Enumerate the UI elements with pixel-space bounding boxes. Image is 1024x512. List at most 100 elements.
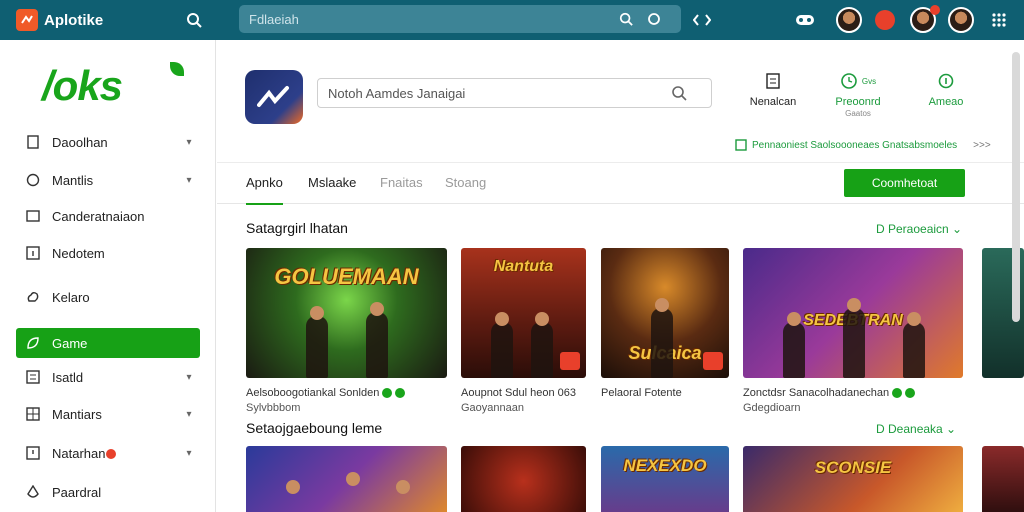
game-cover-image (461, 446, 586, 512)
game-card[interactable]: Sulcaica (601, 248, 729, 378)
tab-stoang[interactable]: Stoang (445, 175, 486, 205)
gamepad-icon[interactable] (792, 5, 818, 35)
sidebar-item-label: Isatld (52, 369, 84, 385)
sidebar-item-label: Paardral (52, 484, 102, 500)
camera-icon[interactable] (643, 8, 665, 30)
main-search (317, 78, 712, 108)
section-see-more-link[interactable]: D Peraoeaicn ⌄ (876, 222, 962, 236)
verified-icon (905, 388, 916, 399)
game-card[interactable]: GOLUEMAAN (246, 248, 447, 378)
promo-more-link[interactable]: >>> (973, 140, 991, 151)
avatar[interactable] (946, 5, 976, 35)
sidebar-item-label: Game (52, 335, 88, 351)
game-card[interactable]: SCONSIE (743, 446, 963, 512)
sidebar-item-label: Natarhan (52, 446, 182, 461)
section-see-more-link[interactable]: D Deaneaka ⌄ (876, 422, 956, 436)
tab-fnaitas[interactable]: Fnaitas (380, 175, 423, 205)
scrollbar[interactable] (1012, 52, 1020, 322)
sidebar-item-label: Kelaro (52, 289, 90, 305)
quick-action-label: Ameao (928, 96, 964, 108)
app-icon[interactable] (245, 70, 303, 124)
sidebar-item-isatld[interactable]: Isatld ▾ (16, 362, 200, 392)
game-card[interactable] (461, 446, 586, 512)
game-cover-title: SCONSIE (814, 458, 892, 477)
game-cover-title: Nantuta (493, 258, 554, 275)
alert-badge (106, 449, 117, 460)
avatar[interactable] (908, 5, 940, 35)
game-card[interactable]: Nantuta (461, 248, 586, 378)
global-search-input[interactable] (239, 11, 609, 27)
drop-icon (24, 483, 42, 501)
sidebar-item-daoolhan[interactable]: Daoolhan ▾ (16, 127, 200, 157)
apps-grid-icon[interactable] (987, 5, 1011, 35)
sidebar-item-game[interactable]: Game (16, 328, 200, 358)
game-caption: Pelaoral Fotente (601, 386, 731, 401)
sidebar-item-natarhan[interactable]: Natarhan ▾ (16, 438, 200, 468)
sidebar-item-paardral[interactable]: Paardral (16, 477, 200, 507)
game-cover-title: GOLUEMAAN (274, 264, 419, 289)
sidebar-item-nedotem[interactable]: Nedotem (16, 238, 200, 268)
grid-icon (24, 405, 42, 423)
quick-action-nenalcan[interactable]: Nenalcan (738, 72, 808, 108)
warning-icon (24, 444, 42, 462)
document-icon (735, 139, 747, 151)
game-cover-image: Sulcaica (601, 248, 729, 378)
game-card[interactable]: SEDEBTRAN (743, 248, 963, 378)
brand[interactable]: Aplotike (16, 9, 176, 31)
game-title: Pelaoral Fotente (601, 387, 682, 399)
notification-icon[interactable] (873, 5, 897, 35)
sidebar-item-kelaro[interactable]: Kelaro (16, 282, 200, 312)
tab-mslaake[interactable]: Mslaake (308, 175, 356, 205)
sidebar-item-canderatnaiaon[interactable]: Canderatnaiaon (16, 201, 200, 231)
sidebar-item-label: Canderatnaiaon (52, 208, 145, 224)
sidebar-logo: /oks (42, 62, 123, 109)
game-card[interactable] (982, 446, 1024, 512)
verified-icon (892, 388, 903, 399)
top-bar: Aplotike (0, 0, 1024, 40)
code-icon[interactable] (690, 5, 714, 35)
sidebar-item-label: Daoolhan (52, 134, 108, 150)
document-icon (24, 133, 42, 151)
game-publisher: Gdegdioarn (743, 402, 801, 414)
sidebar-item-mantlis[interactable]: Mantlis ▾ (16, 165, 200, 195)
game-title: Aoupnot Sdul heon 063 (461, 387, 576, 399)
quick-action-label: Nenalcan (749, 96, 797, 108)
clock-badge-label: Gvs (861, 76, 877, 86)
game-publisher: Gaoyannaan (461, 402, 524, 414)
sidebar-item-mantiars[interactable]: Mantiars ▾ (16, 399, 200, 429)
chevron-down-icon: ▾ (186, 408, 192, 420)
search-icon[interactable] (615, 8, 637, 30)
section-title: Setaojgaeboung leme (246, 420, 383, 436)
game-caption: Aoupnot Sdul heon 063 Gaoyannaan (461, 386, 591, 416)
avatar[interactable] (834, 5, 864, 35)
game-cover-image: SEDEBTRAN (743, 248, 963, 378)
brand-logo-icon (16, 9, 38, 31)
main-search-input[interactable] (318, 85, 668, 101)
game-cover-image (246, 446, 447, 512)
main-content: Nenalcan Gvs Preoonrd Gaatos Ameao Penna… (217, 40, 1024, 512)
game-card[interactable]: NEXEXDO (601, 446, 729, 512)
primary-action-button[interactable]: Coomhetoat (844, 169, 965, 197)
search-icon[interactable] (668, 82, 690, 104)
promo-banner[interactable]: Pennaoniest Saolsoooneaes Gnatsabsmoeles… (735, 139, 991, 151)
game-caption: Zonctdsr Sanacolhadanechan Gdegdioarn (743, 386, 963, 416)
game-publisher: Sylvbbbom (246, 402, 301, 414)
game-cover-image (982, 446, 1024, 512)
game-title: Aelsoboogotiankal Sonlden (246, 387, 380, 399)
game-cover-image: GOLUEMAAN (246, 248, 447, 378)
list-icon (24, 368, 42, 386)
game-cover-image: SCONSIE (743, 446, 963, 512)
quick-action-preoonrd[interactable]: Gvs Preoonrd Gaatos (823, 72, 893, 118)
quick-action-ameao[interactable]: Ameao (911, 72, 981, 108)
app-name: Aplotike (44, 11, 104, 29)
tab-apnko[interactable]: Apnko (246, 175, 283, 205)
sidebar-item-label: Mantiars (52, 406, 102, 422)
search-icon[interactable] (182, 8, 206, 32)
game-card[interactable] (246, 446, 447, 512)
verified-icon (395, 388, 406, 399)
quick-action-sublabel: Gaatos (845, 109, 871, 118)
verified-icon (382, 388, 393, 399)
section-title: Satagrgirl lhatan (246, 220, 348, 236)
chevron-down-icon: ▾ (186, 447, 192, 459)
sidebar-item-label: Nedotem (52, 245, 105, 261)
